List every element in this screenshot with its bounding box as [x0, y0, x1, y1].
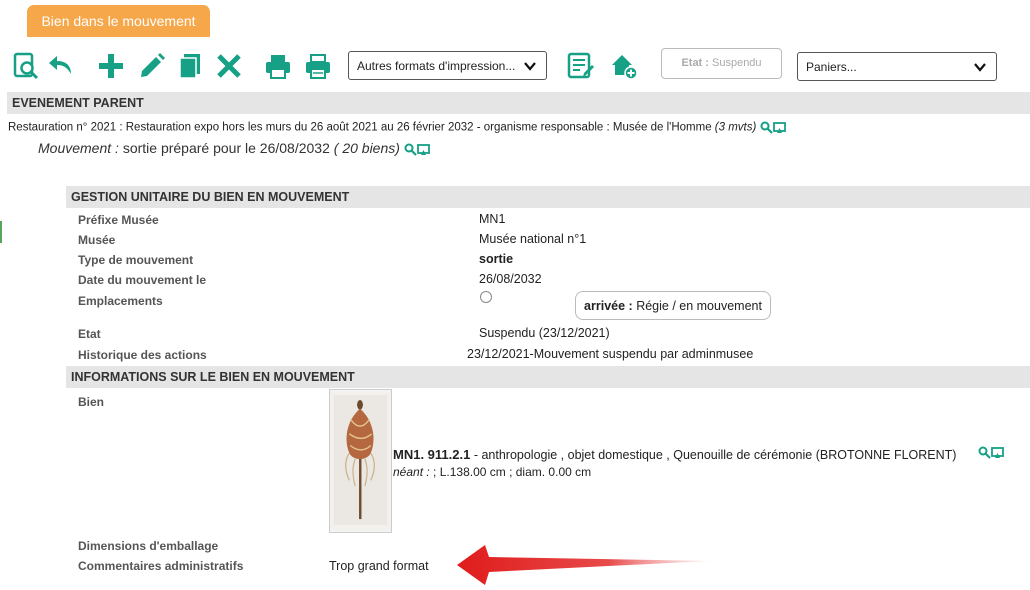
- screen-link-icon[interactable]: [772, 121, 786, 134]
- gestion-header: GESTION UNITAIRE DU BIEN EN MOUVEMENT: [66, 186, 1030, 208]
- search-icon[interactable]: [760, 121, 773, 134]
- print-icon[interactable]: [264, 53, 292, 81]
- row-value-historique: 23/12/2021-Mouvement suspendu par adminm…: [467, 347, 754, 361]
- home-add-icon[interactable]: [610, 52, 638, 80]
- print-formats-select[interactable]: Autres formats d'impression...: [348, 51, 547, 80]
- bien-description: MN1. 911.2.1 - anthropologie , objet dom…: [393, 447, 957, 462]
- row-label-emplacements: Emplacements: [78, 294, 163, 308]
- add-icon[interactable]: [97, 52, 125, 80]
- row-value-date: 26/08/2032: [479, 272, 542, 286]
- etat-status-button[interactable]: Etat : Suspendu: [661, 48, 782, 79]
- search-icon[interactable]: [978, 446, 991, 459]
- row-value-etat: Suspendu (23/12/2021): [479, 326, 610, 340]
- paniers-select[interactable]: Paniers...: [797, 52, 997, 81]
- row-label-musee: Musée: [78, 233, 116, 247]
- emplacement-option[interactable]: arrivée : Régie / en mouvement: [575, 291, 771, 320]
- screen-link-icon[interactable]: [991, 446, 1004, 459]
- row-value-type: sortie: [479, 252, 514, 266]
- row-label-date: Date du mouvement le: [78, 273, 207, 287]
- row-label-prefixe: Préfixe Musée: [78, 213, 159, 227]
- edit-list-icon[interactable]: [567, 52, 595, 80]
- bien-dimensions: néant : ; L.138.00 cm ; diam. 0.00 cm: [393, 465, 592, 479]
- copy-icon[interactable]: [176, 52, 204, 80]
- tab-bien-dans-le-mouvement[interactable]: Bien dans le mouvement: [27, 5, 210, 37]
- emplacement-radio[interactable]: [480, 291, 492, 303]
- search-icon[interactable]: [404, 143, 417, 156]
- chevron-down-icon: [974, 63, 986, 72]
- bien-label: Bien: [78, 395, 105, 409]
- mouvement-line: Mouvement : sortie préparé pour le 26/08…: [38, 140, 430, 156]
- row-label-etat: Etat: [78, 327, 101, 341]
- screen-link-icon[interactable]: [416, 143, 430, 156]
- undo-icon[interactable]: [47, 52, 75, 80]
- chevron-down-icon: [524, 62, 536, 71]
- informations-header: INFORMATIONS SUR LE BIEN EN MOUVEMENT: [66, 366, 1030, 388]
- mouvement-actions: [404, 143, 430, 156]
- bien-thumbnail[interactable]: [329, 389, 392, 533]
- bien-actions: [978, 446, 1004, 459]
- evenement-parent-line: Restauration n° 2021 : Restauration expo…: [8, 121, 786, 134]
- preview-search-icon[interactable]: [12, 52, 40, 80]
- row-label-type: Type de mouvement: [78, 253, 194, 267]
- print-alt-icon[interactable]: [304, 53, 332, 81]
- commentaires-label: Commentaires administratifs: [78, 559, 244, 573]
- row-value-prefixe: MN1: [479, 212, 506, 226]
- red-arrow-annotation: [457, 545, 710, 585]
- delete-x-icon[interactable]: [215, 52, 243, 80]
- quenouille-image-icon: [330, 391, 391, 531]
- edit-pencil-icon[interactable]: [138, 52, 166, 80]
- evenement-parent-header: EVENEMENT PARENT: [7, 92, 1030, 114]
- commentaires-value: Trop grand format: [329, 559, 429, 573]
- evenement-actions: [760, 121, 786, 134]
- left-edge-marker: [0, 221, 2, 243]
- row-label-historique: Historique des actions: [78, 348, 207, 362]
- emballage-label: Dimensions d'emballage: [78, 539, 219, 553]
- row-value-musee: Musée national n°1: [479, 232, 587, 246]
